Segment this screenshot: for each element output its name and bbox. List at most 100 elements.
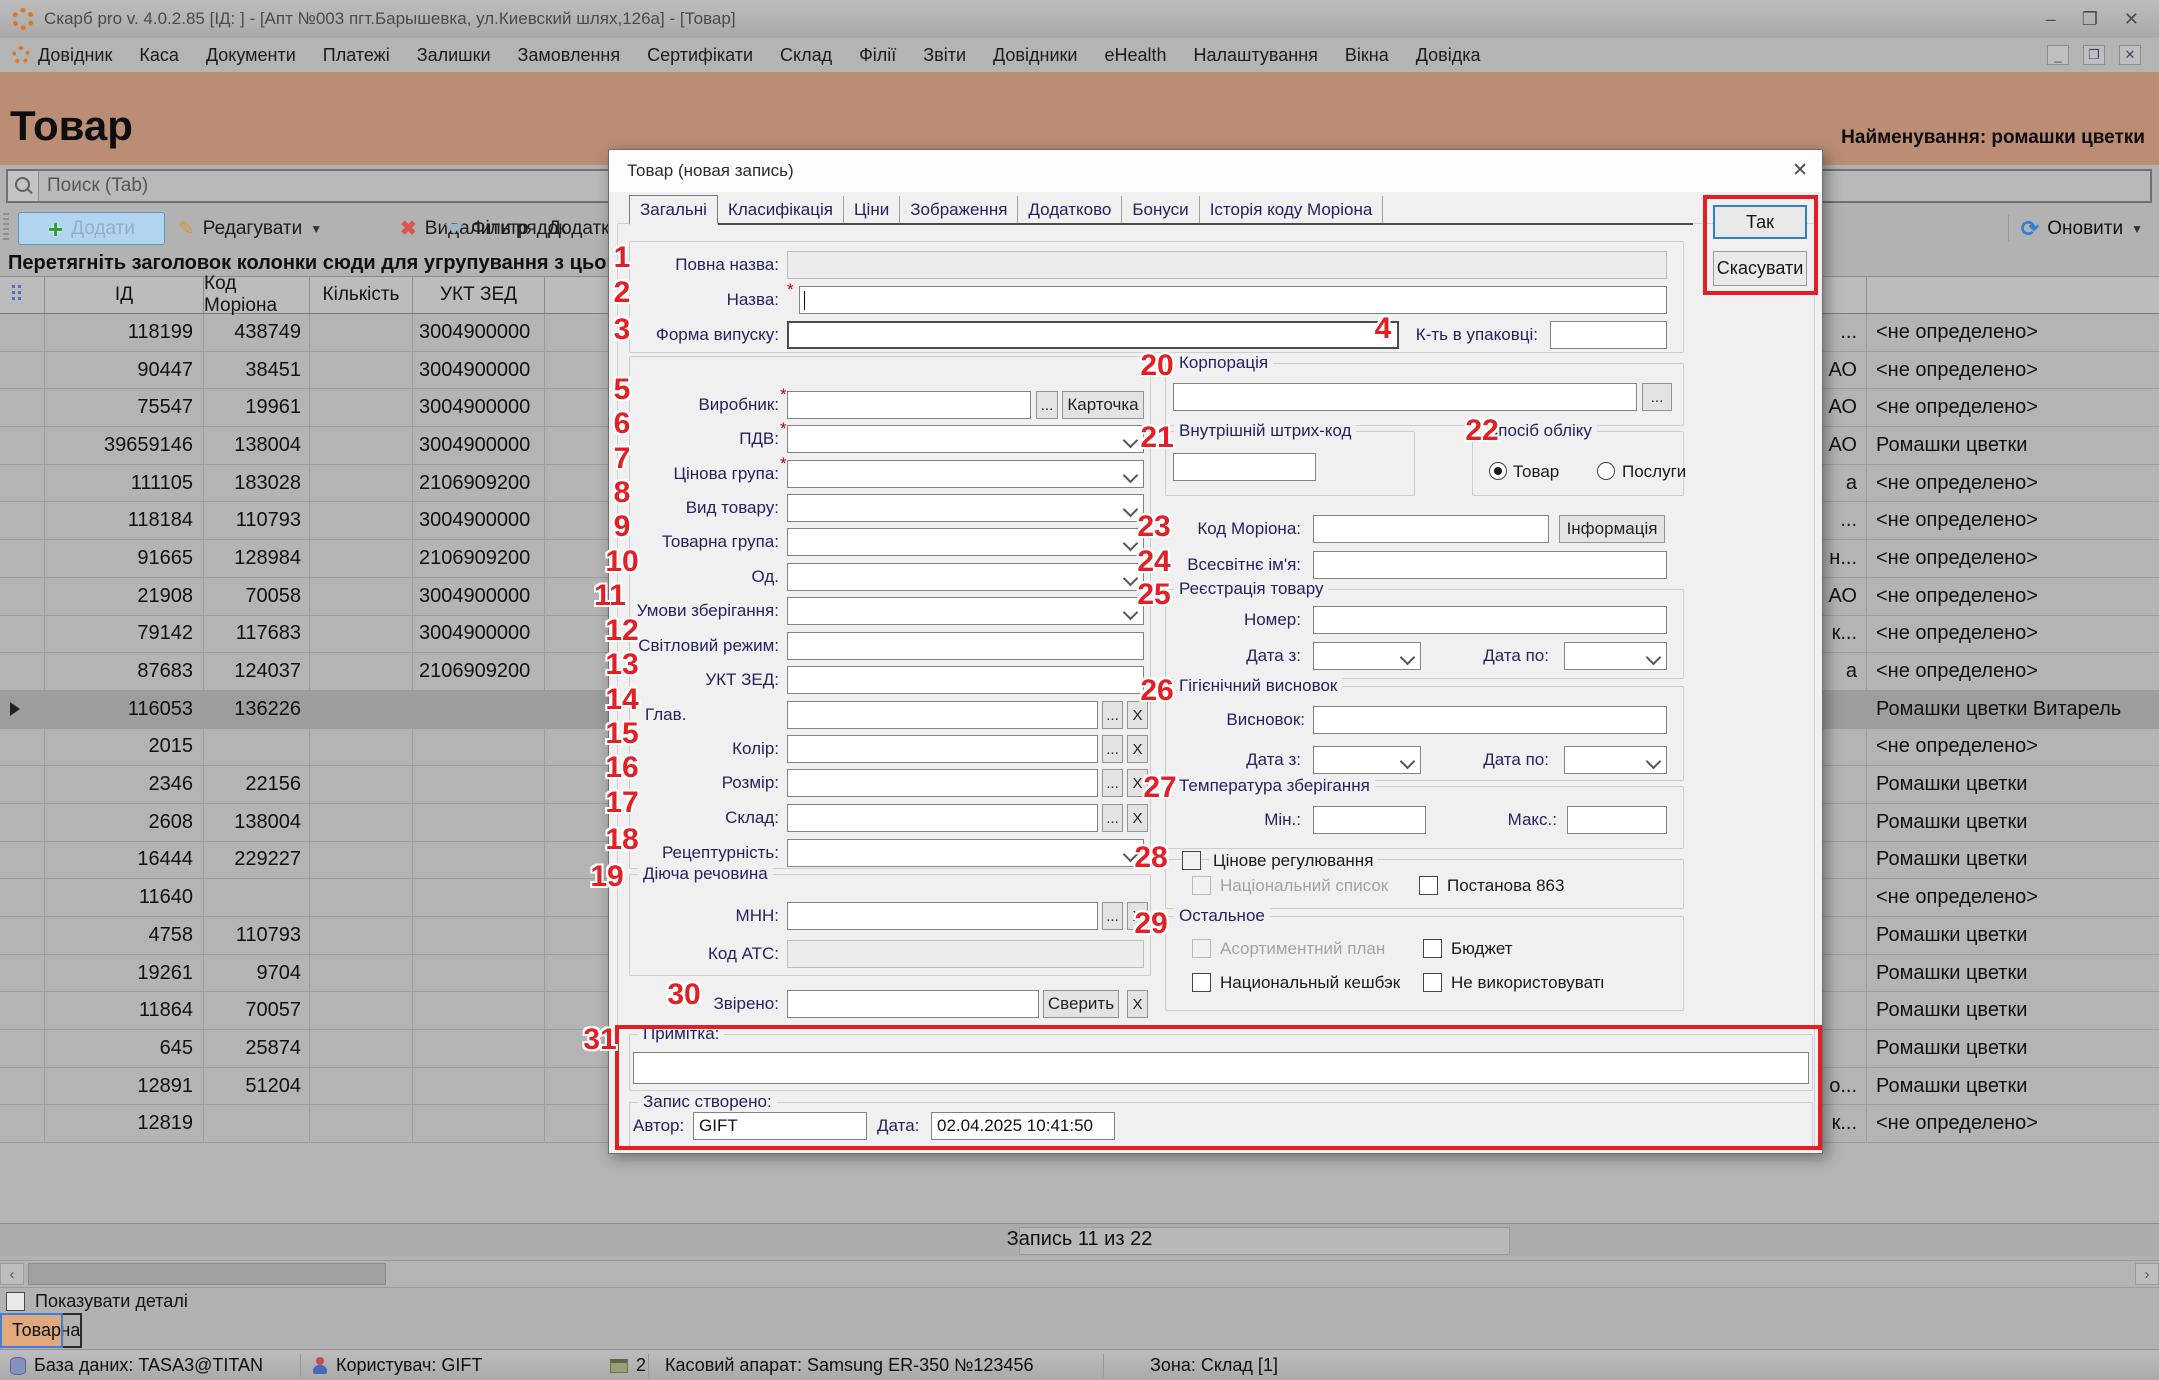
scrollbar-thumb[interactable] [28, 1263, 386, 1285]
scroll-right-button[interactable]: › [2135, 1263, 2159, 1285]
menu-item[interactable]: Каса [139, 45, 179, 66]
mdi-minimize-button[interactable]: _ [2047, 45, 2069, 65]
warehouse-ellipsis-button[interactable]: ... [1102, 804, 1123, 832]
menu-item[interactable]: Склад [780, 45, 832, 66]
conclusion-field[interactable] [1313, 706, 1667, 734]
price-regulation-checkbox[interactable] [1182, 851, 1201, 870]
menu-item[interactable]: Вікна [1345, 45, 1389, 66]
product-kind-select[interactable] [787, 494, 1144, 522]
hygiene-date-from-select[interactable] [1313, 746, 1421, 774]
budget-checkbox[interactable] [1423, 939, 1442, 958]
storage-select[interactable] [787, 597, 1144, 625]
minimize-button[interactable]: – [2046, 9, 2056, 30]
corporation-field[interactable] [1173, 383, 1637, 411]
dialog-tab[interactable]: Бонуси [1122, 196, 1199, 223]
menu-item[interactable]: Довідники [993, 45, 1077, 66]
horizontal-scrollbar[interactable]: ‹ › [0, 1260, 2159, 1288]
mdi-restore-button[interactable]: ❐ [2083, 45, 2105, 65]
national-cashback-checkbox[interactable] [1192, 973, 1211, 992]
warehouse-field[interactable] [787, 804, 1098, 832]
warehouse-clear-button[interactable]: X [1127, 804, 1148, 832]
verified-clear-button[interactable]: X [1127, 990, 1148, 1018]
menu-item[interactable]: Довідник [38, 45, 112, 66]
add-button[interactable]: + Додати [18, 212, 165, 245]
reg-date-from-select[interactable] [1313, 642, 1421, 670]
required-marker: * [787, 280, 794, 300]
product-group-select[interactable] [787, 528, 1144, 556]
menu-item[interactable]: Звіти [923, 45, 966, 66]
dialog-tab[interactable]: Зображення [900, 196, 1018, 223]
producer-card-button[interactable]: Карточка [1062, 391, 1144, 419]
ukt-field[interactable] [787, 666, 1144, 694]
dialog-tab[interactable]: Загальні [629, 195, 718, 225]
recipe-select[interactable] [787, 839, 1144, 867]
column-header-morion[interactable]: Код Моріона [204, 277, 310, 313]
producer-ellipsis-button[interactable]: ... [1036, 391, 1058, 419]
cell-qty [310, 540, 413, 577]
dialog-tab[interactable]: Історія коду Моріона [1200, 196, 1384, 223]
pack-qty-field[interactable] [1550, 321, 1667, 349]
column-header-name[interactable] [1866, 277, 2159, 313]
column-header-ukt[interactable]: УКТ ЗЕД [413, 277, 545, 313]
cell-ukt [413, 992, 545, 1029]
show-details-checkbox[interactable] [6, 1292, 25, 1311]
menu-item[interactable]: Залишки [417, 45, 491, 66]
size-ellipsis-button[interactable]: ... [1102, 769, 1123, 797]
filter-button[interactable]: Фільтр [445, 212, 528, 245]
close-button[interactable]: ✕ [2124, 9, 2139, 30]
barcode-field[interactable] [1173, 453, 1316, 481]
temp-min-field[interactable] [1313, 806, 1426, 834]
price-group-select[interactable] [787, 460, 1144, 488]
vat-select[interactable] [787, 425, 1144, 453]
menu-item[interactable]: Замовлення [518, 45, 621, 66]
do-not-use-checkbox[interactable] [1423, 973, 1442, 992]
color-field[interactable] [787, 735, 1098, 763]
reg-number-field[interactable] [1313, 606, 1667, 634]
morion-field[interactable] [1313, 515, 1549, 543]
services-radio[interactable] [1597, 462, 1615, 480]
producer-field[interactable] [787, 391, 1031, 419]
edit-button[interactable]: ✎ Редагувати ▼ [178, 212, 322, 245]
hygiene-date-to-select[interactable] [1564, 746, 1667, 774]
maximize-button[interactable]: ❐ [2082, 9, 2098, 30]
reg-date-to-select[interactable] [1564, 642, 1667, 670]
main-ellipsis-button[interactable]: ... [1102, 701, 1123, 729]
size-field[interactable] [787, 769, 1098, 797]
menu-item[interactable]: eHealth [1104, 45, 1166, 66]
menu-item[interactable]: Сертифікати [647, 45, 753, 66]
release-form-field[interactable] [787, 321, 1399, 349]
color-clear-button[interactable]: X [1127, 735, 1148, 763]
column-header-id[interactable]: ІД [45, 277, 204, 313]
main-field[interactable] [787, 701, 1098, 729]
menu-item[interactable]: Налаштування [1193, 45, 1317, 66]
verified-field[interactable] [787, 990, 1039, 1018]
corporation-ellipsis-button[interactable]: ... [1642, 383, 1672, 411]
cell-name: Ромашки цветки [1866, 1068, 2159, 1105]
info-button[interactable]: Інформація [1559, 515, 1665, 543]
unit-select[interactable] [787, 563, 1144, 591]
mdi-close-button[interactable]: ✕ [2119, 45, 2141, 65]
marker-column-header[interactable] [0, 277, 45, 313]
column-header-qty[interactable]: Кількість [310, 277, 413, 313]
menu-item[interactable]: Довідка [1416, 45, 1481, 66]
temp-max-field[interactable] [1567, 806, 1667, 834]
scroll-left-button[interactable]: ‹ [0, 1263, 24, 1285]
refresh-button[interactable]: ⟳ Оновити ▼ [2021, 212, 2143, 245]
light-mode-field[interactable] [787, 632, 1144, 660]
menu-item[interactable]: Платежі [323, 45, 390, 66]
dialog-tab[interactable]: Ціни [844, 196, 900, 223]
color-ellipsis-button[interactable]: ... [1102, 735, 1123, 763]
world-name-field[interactable] [1313, 551, 1667, 579]
menu-item[interactable]: Документи [206, 45, 296, 66]
decree-863-checkbox[interactable] [1419, 876, 1438, 895]
name-field[interactable] [799, 286, 1667, 314]
verify-button[interactable]: Сверить [1043, 990, 1119, 1018]
window-tab[interactable]: Товар [0, 1313, 63, 1348]
dialog-close-icon[interactable]: ✕ [1792, 159, 1808, 182]
menu-item[interactable]: Філії [859, 45, 896, 66]
dialog-tab[interactable]: Класифікація [718, 196, 844, 223]
dialog-tab[interactable]: Додатково [1018, 196, 1122, 223]
mnn-ellipsis-button[interactable]: ... [1102, 902, 1123, 930]
goods-radio[interactable] [1489, 462, 1507, 480]
mnn-field[interactable] [787, 902, 1098, 930]
